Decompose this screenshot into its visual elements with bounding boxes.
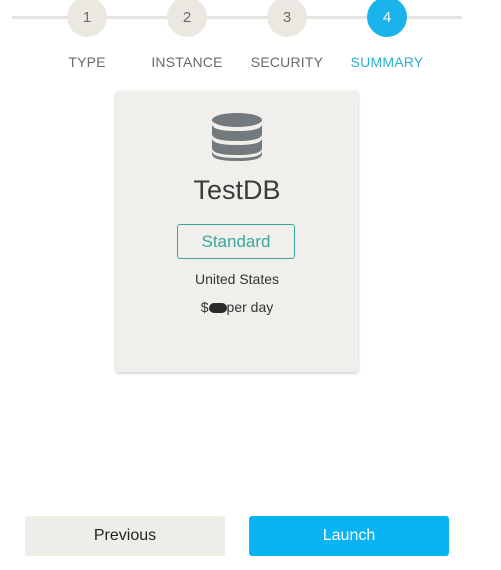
tier-label: Standard [201, 231, 271, 251]
step-2-circle[interactable]: 2 [167, 0, 207, 37]
tier-badge: Standard [177, 224, 295, 259]
step-3-label[interactable]: SECURITY [232, 54, 342, 70]
price-row: $ per day [116, 299, 358, 315]
launch-wizard: 1 2 3 4 TYPE INSTANCE SECURITY SUMMARY T… [0, 0, 501, 570]
step-4-label[interactable]: SUMMARY [332, 54, 442, 70]
step-number: 4 [382, 8, 392, 26]
launch-button[interactable]: Launch [249, 516, 449, 556]
price-prefix: $ [200, 299, 209, 315]
redacted-price [208, 303, 227, 313]
step-1-label[interactable]: TYPE [32, 54, 142, 70]
database-icon [212, 113, 262, 161]
price-suffix: per day [226, 299, 274, 315]
step-2-label[interactable]: INSTANCE [132, 54, 242, 70]
previous-button-label: Previous [93, 527, 157, 544]
step-1-circle[interactable]: 1 [67, 0, 107, 37]
database-name: TestDB [193, 175, 281, 205]
previous-button[interactable]: Previous [25, 516, 225, 556]
launch-button-label: Launch [322, 527, 376, 544]
step-number: 3 [282, 8, 292, 26]
step-number: 2 [182, 8, 192, 26]
step-4-circle[interactable]: 4 [367, 0, 407, 37]
step-3-circle[interactable]: 3 [267, 0, 307, 37]
summary-card: TestDB Standard United States $ per day [116, 91, 358, 372]
step-number: 1 [82, 8, 92, 26]
region-text: United States [194, 271, 280, 287]
